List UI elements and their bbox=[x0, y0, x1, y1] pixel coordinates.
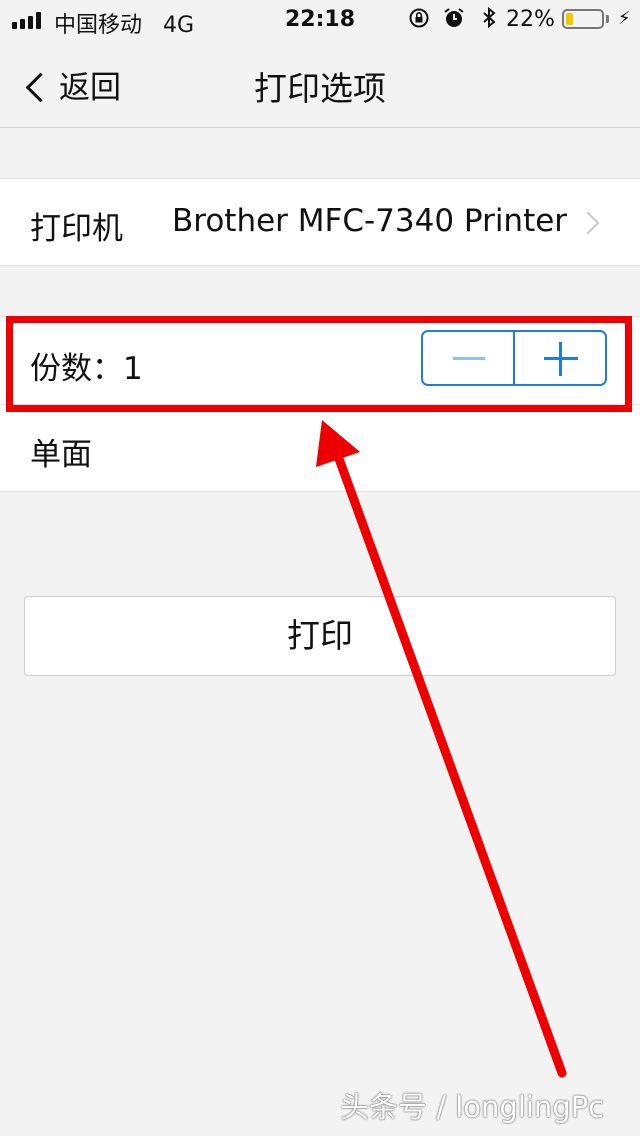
annotation-arrow bbox=[316, 420, 567, 1078]
watermark-text: 头条号 / longlingPc bbox=[340, 1090, 605, 1124]
